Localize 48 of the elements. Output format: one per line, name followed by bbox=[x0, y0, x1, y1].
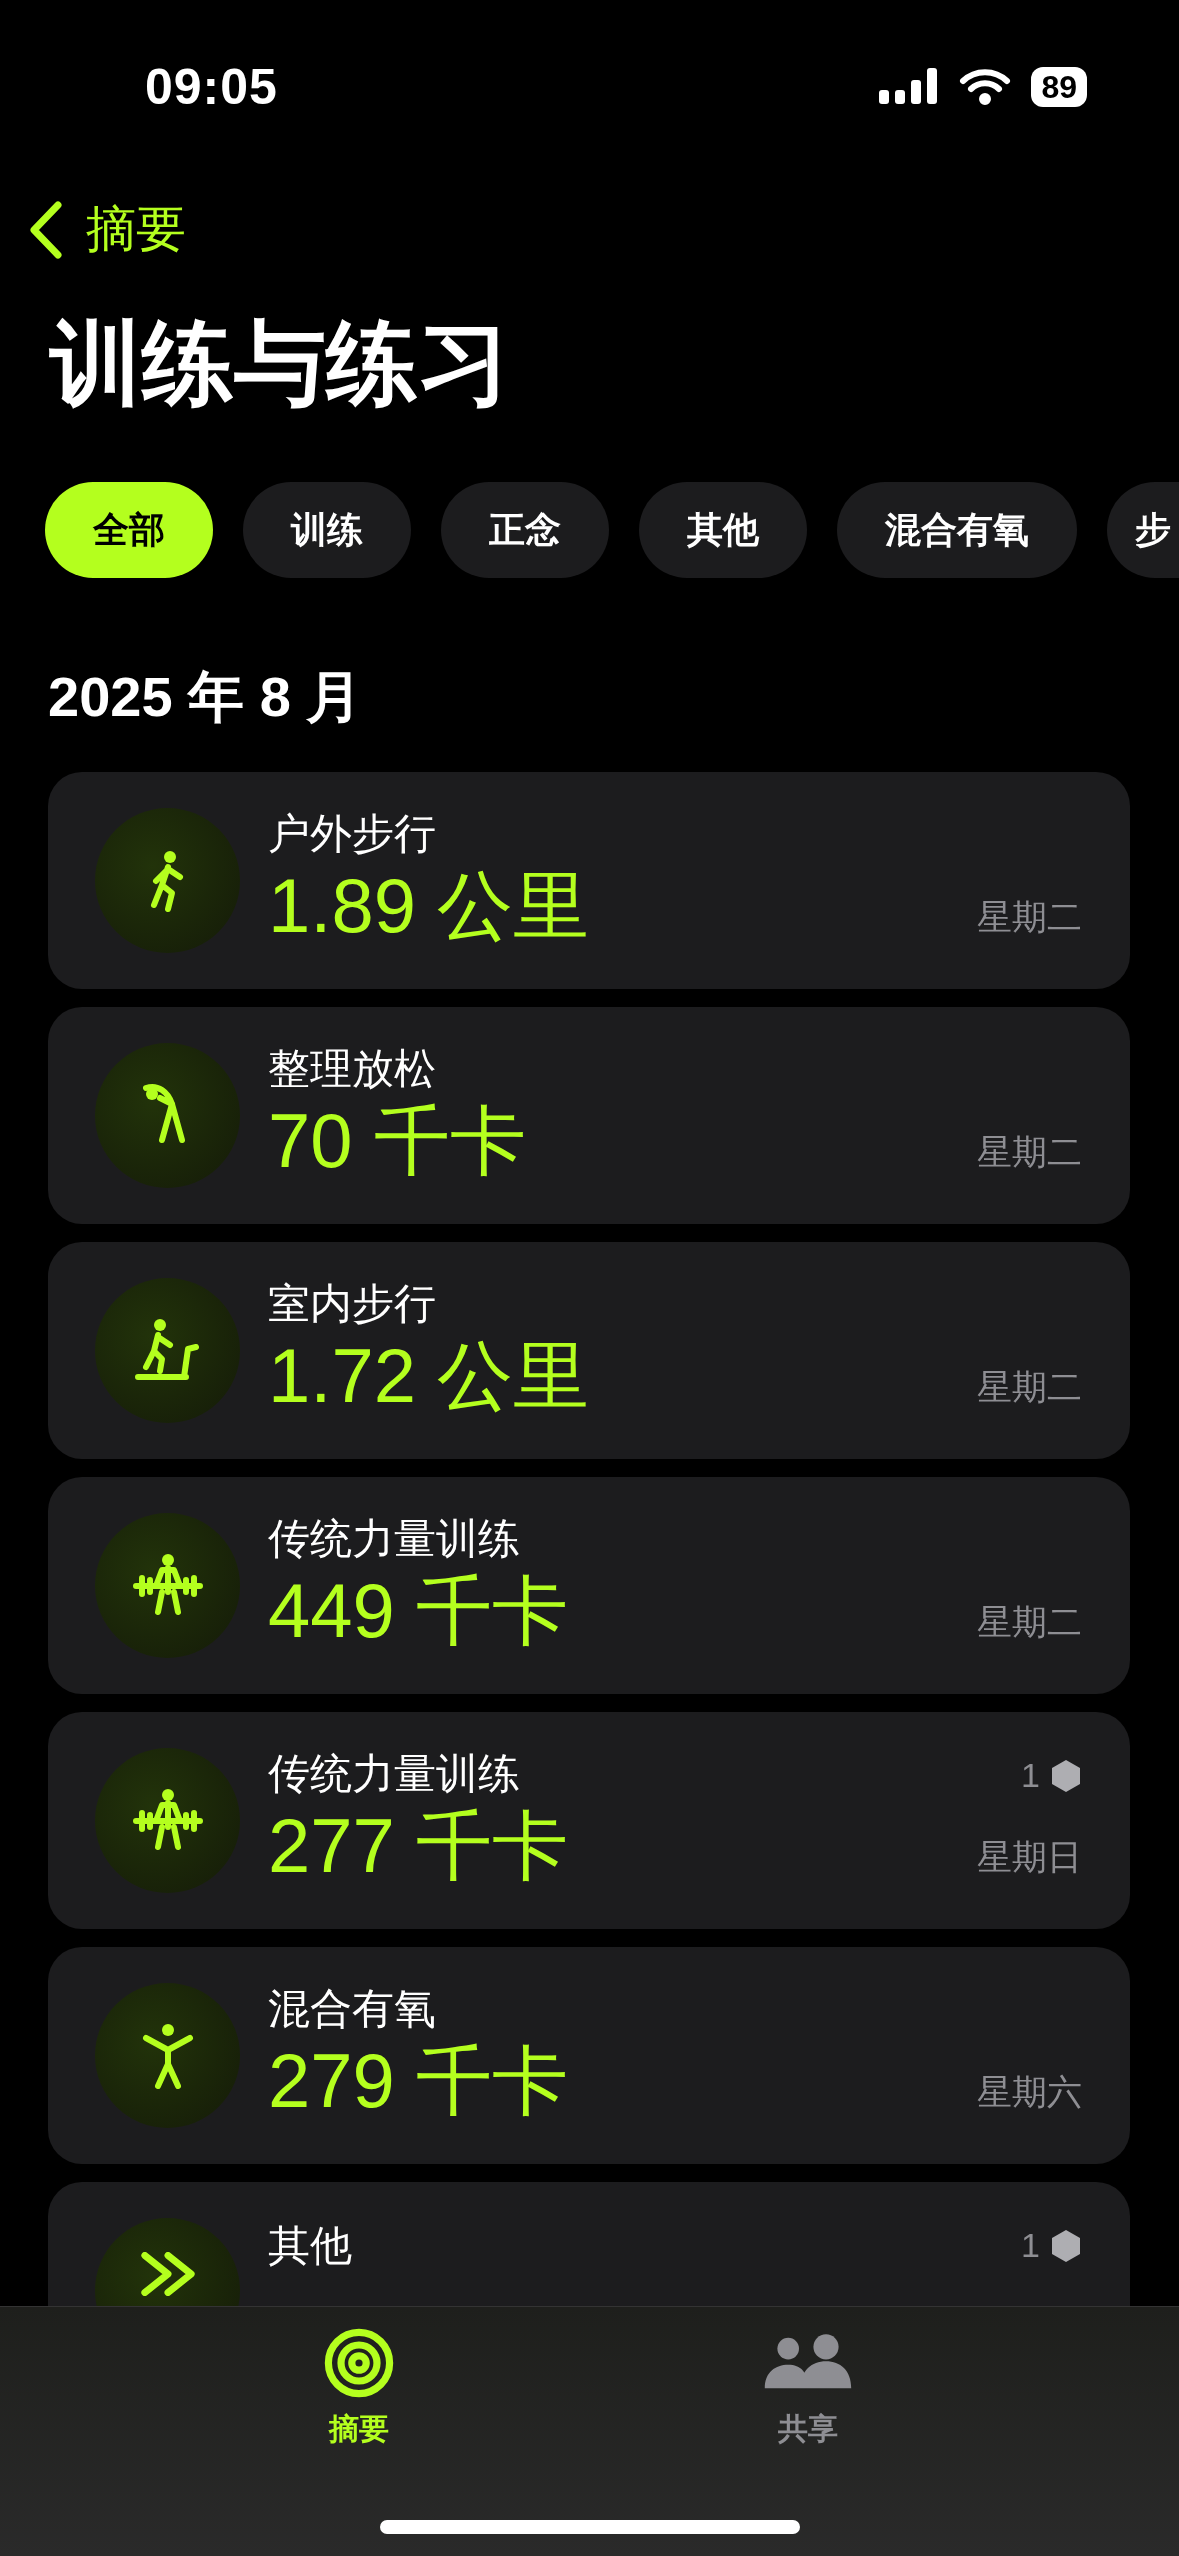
workout-card[interactable]: 传统力量训练 277 千卡 1 星期日 bbox=[48, 1712, 1130, 1930]
workout-card[interactable]: 传统力量训练 449 千卡 星期二 bbox=[48, 1477, 1130, 1695]
battery-level: 89 bbox=[1031, 67, 1087, 107]
workout-value: 449 千卡 bbox=[268, 1567, 569, 1656]
section-heading: 2025 年 8 月 bbox=[48, 664, 364, 731]
status-time: 09:05 bbox=[145, 58, 278, 116]
workout-value: 1.72 公里 bbox=[268, 1332, 591, 1421]
workout-name: 户外步行 bbox=[268, 809, 437, 860]
workout-day: 星期日 bbox=[977, 1834, 1082, 1882]
filter-chip[interactable]: 正念 bbox=[441, 482, 609, 579]
tab-bar-item[interactable]: 摘要 bbox=[292, 2307, 425, 2450]
workout-name: 整理放松 bbox=[268, 1044, 437, 1095]
workout-name: 传统力量训练 bbox=[268, 1749, 521, 1800]
workout-card[interactable]: 其他 1 bbox=[48, 2182, 1130, 2307]
workout-value: 279 千卡 bbox=[268, 2037, 569, 2126]
workout-card[interactable]: 混合有氧 279 千卡 星期六 bbox=[48, 1947, 1130, 2165]
workout-value: 1.89 公里 bbox=[268, 862, 591, 951]
workout-day: 星期二 bbox=[977, 1129, 1082, 1177]
activity-icon bbox=[139, 2252, 196, 2297]
wifi-icon bbox=[959, 68, 1012, 106]
workout-card[interactable]: 整理放松 70 千卡 星期二 bbox=[48, 1007, 1130, 1225]
filter-chip[interactable]: 训练 bbox=[243, 482, 411, 579]
workout-name: 室内步行 bbox=[268, 1279, 437, 1330]
hexagon-icon bbox=[1050, 2228, 1082, 2263]
workout-card[interactable]: 室内步行 1.72 公里 星期二 bbox=[48, 1242, 1130, 1460]
workout-name: 其他 bbox=[268, 2221, 353, 2272]
workout-day: 星期二 bbox=[977, 894, 1082, 942]
badge-count: 1 bbox=[1021, 2226, 1040, 2266]
back-chevron-icon bbox=[28, 199, 64, 260]
filter-chip[interactable]: 混合有氧 bbox=[837, 482, 1077, 579]
workout-day: 星期二 bbox=[977, 1364, 1082, 1412]
filter-chip[interactable]: 步 bbox=[1107, 482, 1179, 579]
filter-chip[interactable]: 全部 bbox=[45, 482, 213, 579]
hexagon-icon bbox=[1050, 1758, 1082, 1793]
rings-icon bbox=[322, 2327, 395, 2399]
workout-day: 星期二 bbox=[977, 1599, 1082, 1647]
tab-bar-item[interactable]: 共享 bbox=[730, 2307, 887, 2450]
workout-value: 277 千卡 bbox=[268, 1802, 569, 1891]
signal-icon bbox=[879, 68, 940, 106]
workout-card[interactable]: 户外步行 1.89 公里 星期二 bbox=[48, 772, 1130, 990]
filter-chip[interactable]: 其他 bbox=[639, 482, 807, 579]
workout-value: 70 千卡 bbox=[268, 1097, 527, 1186]
badge-count: 1 bbox=[1021, 1756, 1040, 1796]
page-title: 训练与练习 bbox=[50, 313, 511, 415]
workout-day: 星期六 bbox=[977, 2069, 1082, 2117]
workout-name: 混合有氧 bbox=[268, 1984, 437, 2035]
workout-name: 传统力量训练 bbox=[268, 1514, 521, 1565]
back-button[interactable]: 摘要 bbox=[28, 196, 186, 263]
